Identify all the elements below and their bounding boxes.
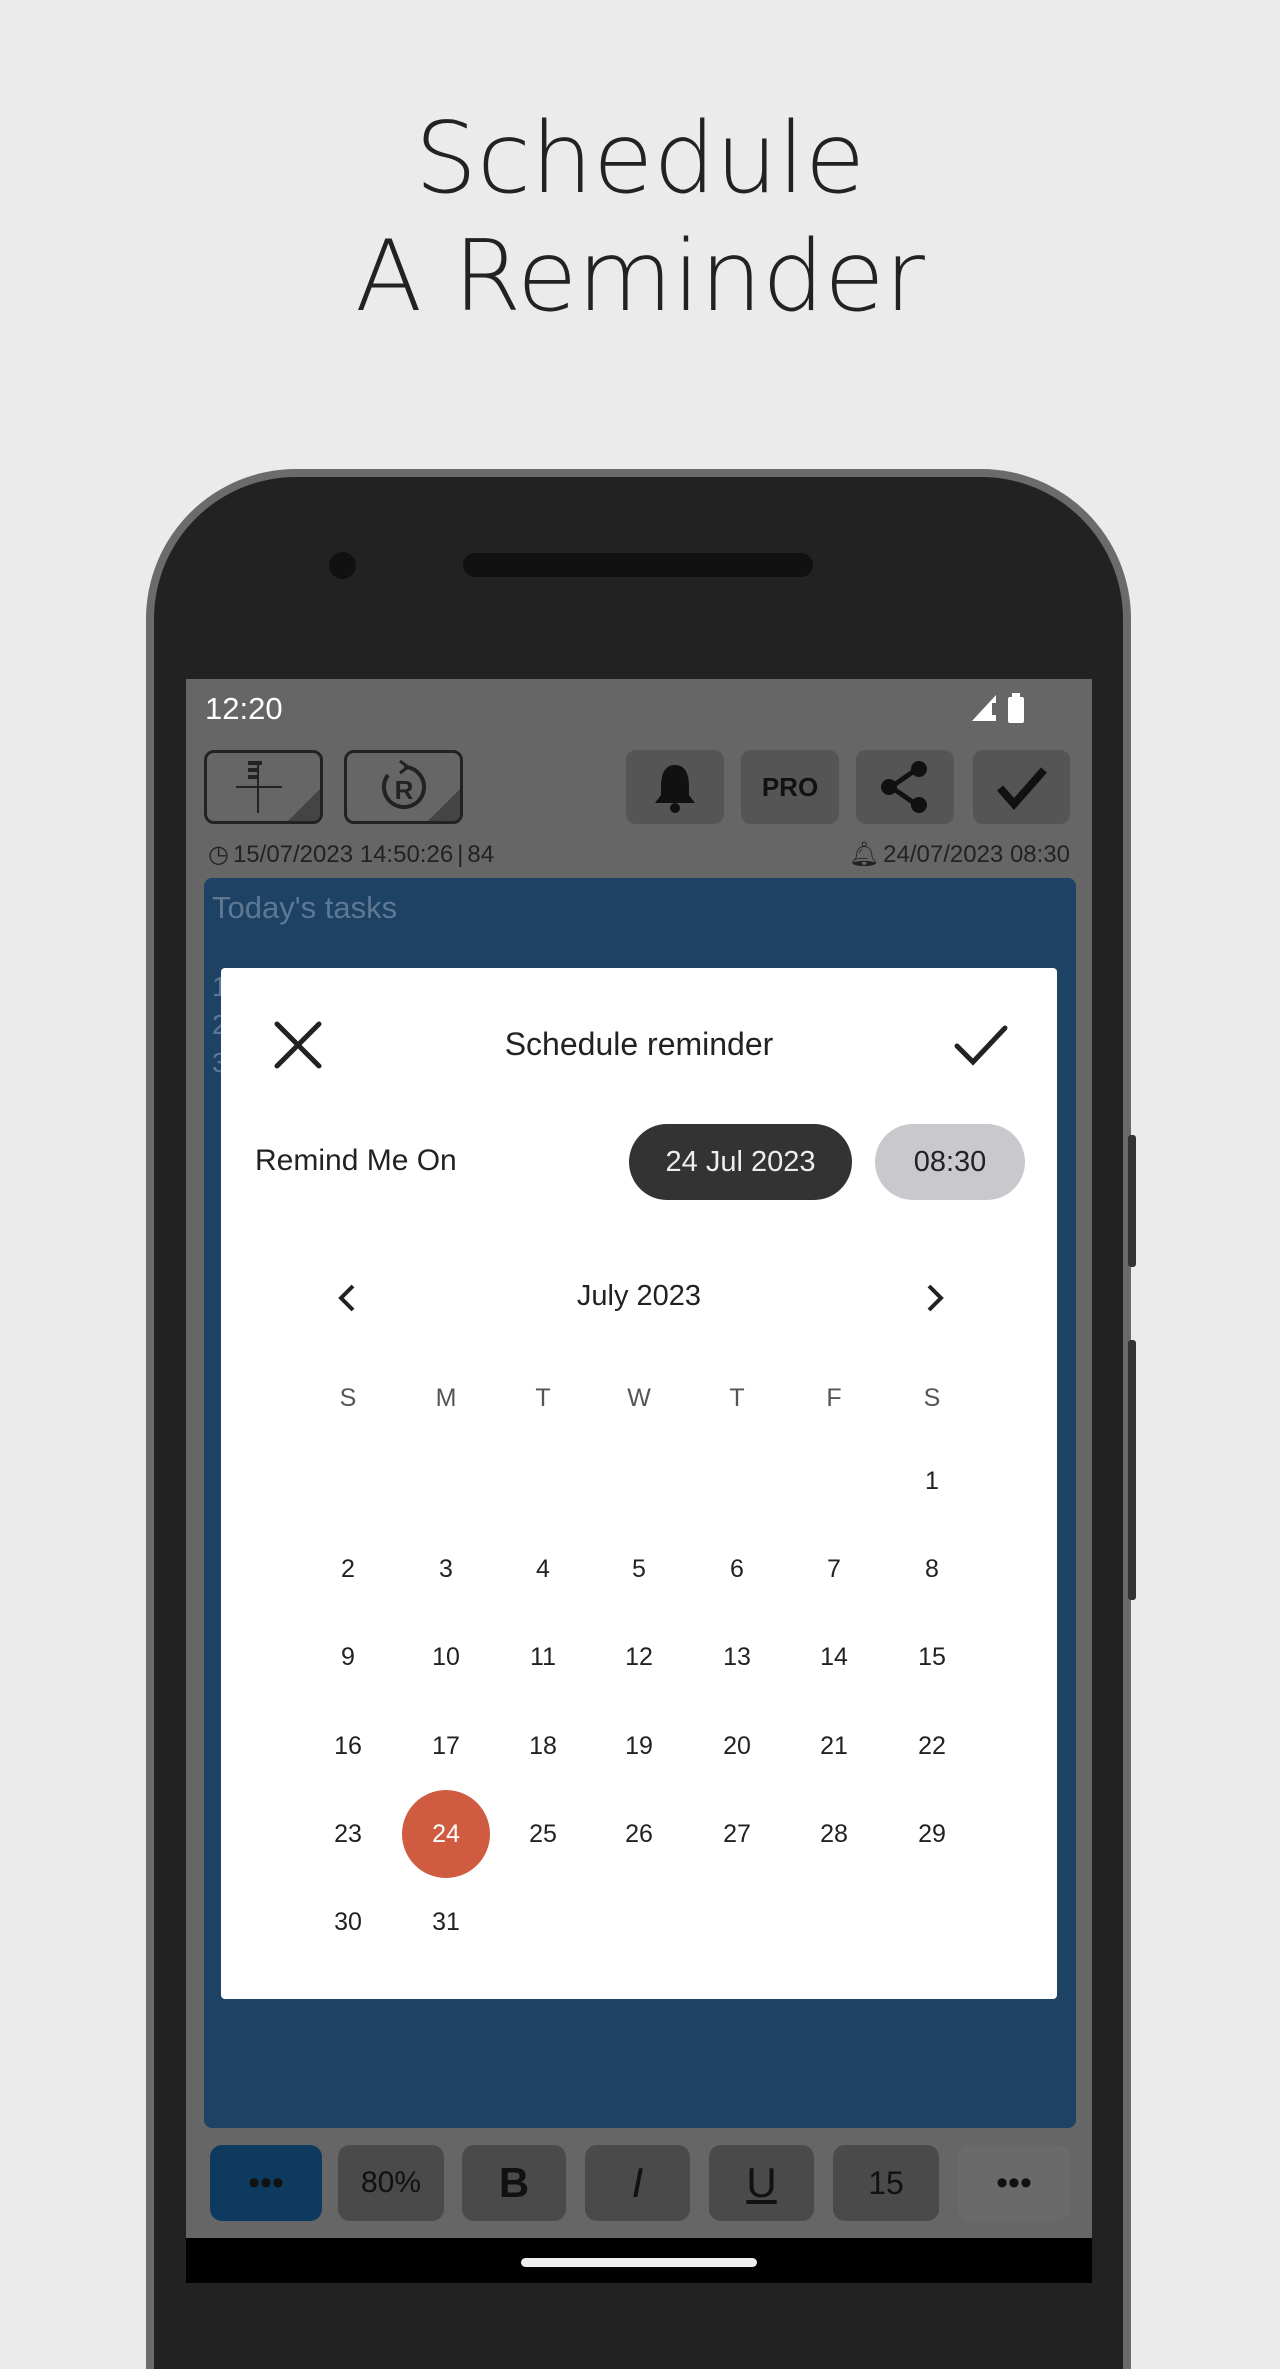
zoom-button[interactable]: 80% xyxy=(338,2145,444,2221)
headline-line-2: A Reminder xyxy=(355,220,925,334)
status-time: 12:20 xyxy=(205,691,283,726)
calendar-day[interactable]: 26 xyxy=(594,1790,684,1878)
remind-label: Remind Me On xyxy=(255,1144,457,1177)
underline-button[interactable]: U xyxy=(709,2145,814,2221)
calendar-day-selected[interactable]: 24 xyxy=(401,1790,491,1878)
italic-button[interactable]: I xyxy=(585,2145,690,2221)
calendar-day[interactable]: 12 xyxy=(594,1613,684,1701)
weekday-header: T xyxy=(535,1384,551,1412)
time-pill[interactable]: 08:30 xyxy=(875,1124,1025,1200)
calendar-day[interactable]: 30 xyxy=(303,1878,393,1966)
calendar-day[interactable]: 31 xyxy=(401,1878,491,1966)
bell-icon xyxy=(655,765,695,813)
recurring-r-icon: R xyxy=(381,759,426,809)
weekday-header: M xyxy=(435,1384,457,1412)
more-right-button[interactable]: ••• xyxy=(958,2145,1070,2221)
pro-button[interactable]: PRO xyxy=(741,750,839,824)
font-size-button[interactable]: 15 xyxy=(833,2145,939,2221)
speaker xyxy=(463,553,813,577)
headline-line-1: Schedule xyxy=(414,102,866,216)
bell-icon: 🔔︎ xyxy=(848,841,880,868)
calendar-day[interactable]: 3 xyxy=(401,1525,491,1613)
more-left-button[interactable]: ••• xyxy=(210,2145,322,2221)
save-check-button[interactable] xyxy=(973,750,1070,824)
note-info: ◷ 15/07/2023 14:50:26 | 84 xyxy=(208,840,494,869)
weekday-header: F xyxy=(826,1384,842,1412)
add-note-button[interactable] xyxy=(204,750,323,824)
calendar-day[interactable]: 4 xyxy=(498,1525,588,1613)
phone-side-button xyxy=(1128,1135,1136,1267)
calendar-day[interactable]: 5 xyxy=(594,1525,684,1613)
calendar-day[interactable]: 16 xyxy=(303,1702,393,1790)
dialog-title: Schedule reminder xyxy=(504,1026,774,1062)
calendar-day[interactable]: 23 xyxy=(303,1790,393,1878)
weekday-header: S xyxy=(339,1384,357,1412)
calendar-day[interactable]: 10 xyxy=(401,1613,491,1701)
char-count: 84 xyxy=(467,840,495,868)
reminder-button[interactable] xyxy=(626,750,724,824)
calendar-day[interactable]: 25 xyxy=(498,1790,588,1878)
calendar-day[interactable]: 20 xyxy=(692,1702,782,1790)
calendar-day[interactable]: 17 xyxy=(401,1702,491,1790)
date-pill[interactable]: 24 Jul 2023 xyxy=(629,1124,852,1200)
calendar-day[interactable]: 14 xyxy=(789,1613,879,1701)
calendar-day[interactable]: 7 xyxy=(789,1525,879,1613)
calendar-day[interactable]: 18 xyxy=(498,1702,588,1790)
phone-volume-button xyxy=(1128,1340,1136,1600)
calendar-day[interactable]: 13 xyxy=(692,1613,782,1701)
headline: Schedule A Reminder xyxy=(0,100,1280,336)
svg-text:R: R xyxy=(394,775,413,805)
home-handle[interactable] xyxy=(521,2258,757,2267)
camera xyxy=(329,552,356,579)
calendar-day[interactable]: 2 xyxy=(303,1525,393,1613)
history-icon: ◷ xyxy=(208,841,229,868)
share-button[interactable] xyxy=(856,750,954,824)
calendar-day[interactable]: 6 xyxy=(692,1525,782,1613)
calendar-day[interactable]: 15 xyxy=(887,1613,977,1701)
calendar-day[interactable]: 28 xyxy=(789,1790,879,1878)
weekday-header: S xyxy=(923,1384,941,1412)
signal-battery-icon xyxy=(972,693,1024,723)
calendar-day[interactable]: 9 xyxy=(303,1613,393,1701)
nav-bar xyxy=(186,2238,1092,2283)
calendar-day[interactable]: 19 xyxy=(594,1702,684,1790)
created-date: 15/07/2023 14:50:26 xyxy=(232,840,454,868)
confirm-check-icon[interactable] xyxy=(953,1022,1009,1068)
info-separator: | xyxy=(457,840,464,868)
note-title: Today's tasks xyxy=(212,890,398,925)
check-icon xyxy=(996,767,1047,811)
calendar-day[interactable]: 8 xyxy=(887,1525,977,1613)
schedule-reminder-dialog: Schedule reminder Remind Me On 24 Jul 20… xyxy=(221,968,1057,1999)
calendar-day[interactable]: 22 xyxy=(887,1702,977,1790)
calendar-day[interactable]: 11 xyxy=(498,1613,588,1701)
bold-button[interactable]: B xyxy=(462,2145,566,2221)
calendar-day[interactable]: 1 xyxy=(887,1437,977,1525)
calendar-day[interactable]: 27 xyxy=(692,1790,782,1878)
chevron-right-icon[interactable] xyxy=(919,1280,949,1316)
calendar-day[interactable]: 29 xyxy=(887,1790,977,1878)
weekday-header: W xyxy=(627,1384,651,1412)
recurring-button[interactable]: R xyxy=(344,750,463,824)
calendar-day[interactable]: 21 xyxy=(789,1702,879,1790)
share-icon xyxy=(881,761,927,813)
add-note-icon xyxy=(235,761,282,813)
weekday-header: T xyxy=(729,1384,745,1412)
screen: 12:20 R PRO ◷ 15/07/2023 14:50:26 | 84 🔔… xyxy=(186,679,1092,2283)
reminder-info: 🔔︎ 24/07/2023 08:30 xyxy=(849,840,1070,869)
reminder-date: 24/07/2023 08:30 xyxy=(883,840,1070,868)
